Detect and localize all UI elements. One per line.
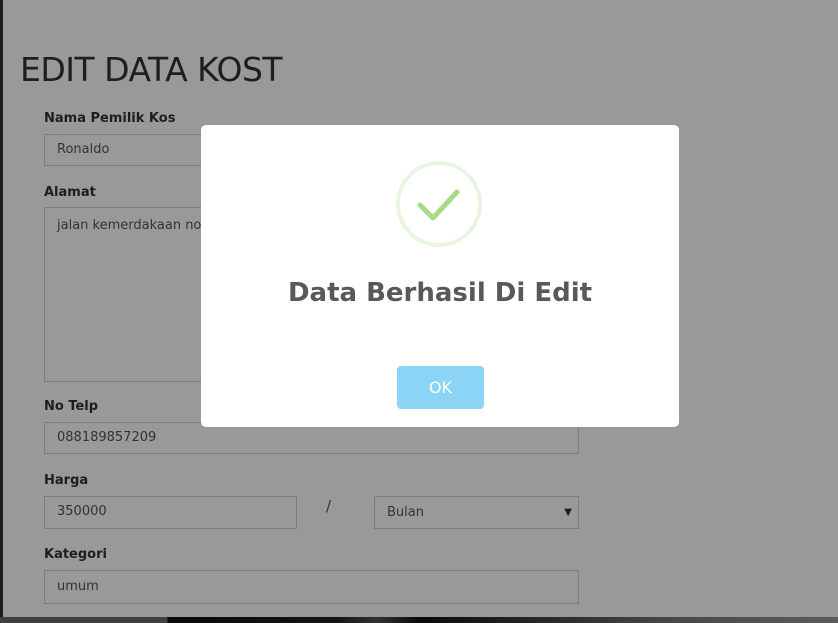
ok-button[interactable]: OK xyxy=(397,366,484,409)
success-check-icon xyxy=(396,161,482,247)
dialog-title: Data Berhasil Di Edit xyxy=(287,278,593,308)
success-dialog: Data Berhasil Di Edit OK xyxy=(201,125,679,427)
